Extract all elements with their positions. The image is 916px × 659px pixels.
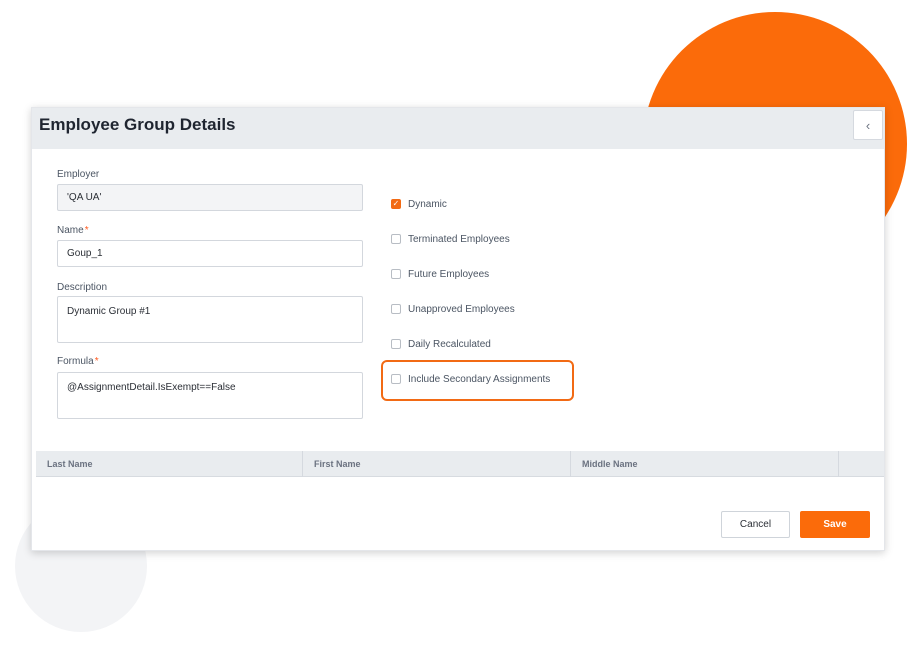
option-label: Future Employees <box>408 268 490 280</box>
option-label: Unapproved Employees <box>408 303 515 315</box>
save-button[interactable]: Save <box>800 511 870 538</box>
column-header-first-name[interactable]: First Name <box>303 451 571 477</box>
column-header-spacer <box>839 451 884 477</box>
employer-value: 'QA UA' <box>67 192 102 203</box>
checkbox-icon[interactable] <box>391 374 401 384</box>
description-value: Dynamic Group #1 <box>67 306 151 317</box>
option-dynamic[interactable]: ✓ Dynamic <box>391 197 447 211</box>
column-header-middle-name[interactable]: Middle Name <box>571 451 839 477</box>
dialog-title: Employee Group Details <box>39 115 236 134</box>
description-label: Description <box>57 282 108 293</box>
chevron-left-icon: ‹ <box>865 117 871 133</box>
employee-group-dialog: Employee Group Details ‹ Employer 'QA UA… <box>31 107 885 551</box>
option-unapproved-employees[interactable]: Unapproved Employees <box>391 302 515 316</box>
cancel-button[interactable]: Cancel <box>721 511 790 538</box>
dialog-header: Employee Group Details ‹ <box>32 108 884 149</box>
required-mark: * <box>94 356 99 367</box>
checkbox-icon[interactable] <box>391 234 401 244</box>
option-label: Include Secondary Assignments <box>408 373 551 385</box>
option-label: Daily Recalculated <box>408 338 491 350</box>
formula-value: @AssignmentDetail.IsExempt==False <box>67 382 236 393</box>
option-include-secondary-assignments[interactable]: Include Secondary Assignments <box>391 372 550 386</box>
column-header-last-name[interactable]: Last Name <box>36 451 303 477</box>
option-daily-recalculated[interactable]: Daily Recalculated <box>391 337 491 351</box>
name-label: Name* <box>57 225 89 236</box>
employer-field: 'QA UA' <box>57 184 363 211</box>
collapse-button[interactable]: ‹ <box>853 110 883 140</box>
option-label: Dynamic <box>408 198 447 210</box>
checkbox-checked-icon[interactable]: ✓ <box>391 199 401 209</box>
formula-field[interactable]: @AssignmentDetail.IsExempt==False <box>57 372 363 419</box>
option-terminated-employees[interactable]: Terminated Employees <box>391 232 510 246</box>
checkbox-icon[interactable] <box>391 339 401 349</box>
name-value: Goup_1 <box>67 248 103 259</box>
required-mark: * <box>84 225 89 236</box>
option-label: Terminated Employees <box>408 233 510 245</box>
formula-label: Formula* <box>57 356 99 367</box>
checkbox-icon[interactable] <box>391 304 401 314</box>
name-field[interactable]: Goup_1 <box>57 240 363 267</box>
description-field[interactable]: Dynamic Group #1 <box>57 296 363 343</box>
employer-label: Employer <box>57 169 100 180</box>
option-future-employees[interactable]: Future Employees <box>391 267 489 281</box>
checkbox-icon[interactable] <box>391 269 401 279</box>
employee-grid-header: Last Name First Name Middle Name <box>36 451 884 477</box>
